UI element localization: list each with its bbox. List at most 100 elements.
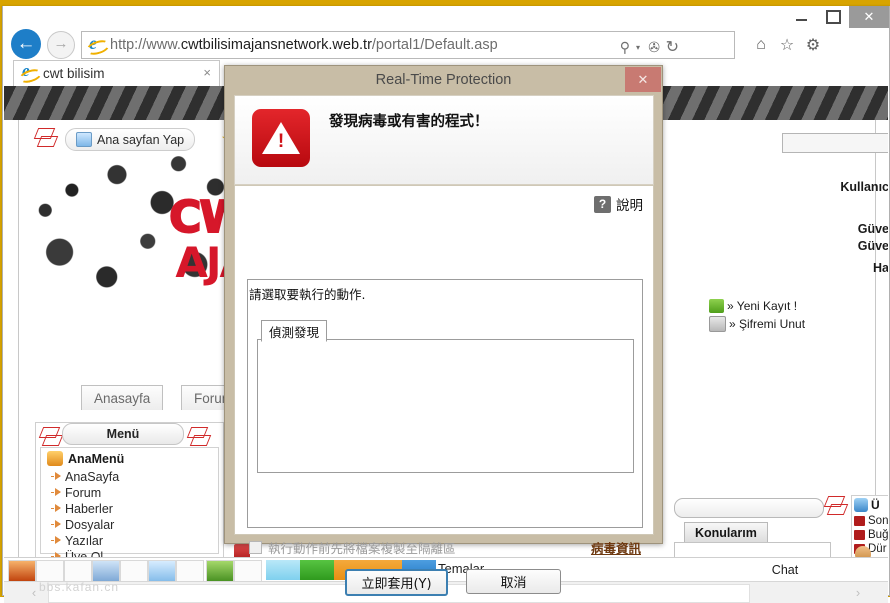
toolbar-contact-icon[interactable] (92, 560, 120, 582)
menu-item-yazilar[interactable]: Yazılar (41, 533, 218, 549)
decorative-clip-icon (40, 425, 62, 447)
forum-search-input[interactable] (674, 498, 824, 518)
toolbar-list-icon[interactable] (36, 560, 64, 582)
minimize-icon (795, 19, 807, 21)
site-banner: CW AJA (35, 156, 240, 311)
help-link[interactable]: ? 說明 (594, 194, 643, 214)
link-new-registration-label: » Yeni Kayıt ! (727, 299, 798, 313)
tab-konularim[interactable]: Konularım (684, 522, 768, 543)
decorative-clip-icon (35, 126, 57, 148)
side-link-label: Son (868, 515, 888, 527)
internet-explorer-icon (87, 33, 105, 54)
apply-now-button[interactable]: 立即套用(Y) (345, 569, 448, 596)
menu-item-label: Dosyalar (65, 518, 115, 532)
menu-item-label: Yazılar (65, 534, 103, 548)
menu-panel-header: Menü (36, 423, 223, 445)
menu-group-anamenu[interactable]: AnaMenü (41, 448, 218, 469)
compatibility-view-icon[interactable]: ✇ (648, 36, 660, 58)
theme-swatch-green[interactable] (300, 560, 334, 580)
url-text: http://www.cwtbilisimajansnetwork.web.tr… (110, 37, 498, 53)
toolbar-home-icon[interactable] (8, 560, 36, 582)
virus-info-link[interactable]: 病毒資訊 (591, 538, 641, 557)
window-close-button[interactable]: ✕ (849, 6, 889, 28)
scroll-right-icon[interactable]: › (848, 584, 868, 601)
copy-to-quarantine-checkbox-row[interactable]: 執行動作前先將檔案複製至隔離區 (249, 538, 456, 557)
realtime-protection-dialog: Real-Time Protection ✕ ! 發現病毒或有害的程式！ ? 說… (224, 65, 663, 596)
side-panel-title-label: Ü (871, 498, 880, 512)
help-icon: ? (594, 195, 611, 213)
detections-panel (257, 339, 634, 473)
arrow-right-icon (55, 488, 61, 496)
user-login-panel: Kullanıc Güve Güve Ha » Yeni Kayıt ! » Ş… (709, 180, 888, 360)
browser-window: ✕ ← → http://www.cwtbilisimajansnetwork.… (2, 6, 890, 603)
maximize-icon (825, 10, 841, 24)
dialog-close-button[interactable]: ✕ (625, 67, 661, 92)
nav-make-homepage-label: Ana sayfan Yap (97, 132, 185, 147)
link-forgot-password[interactable]: » Şifremi Unut (709, 316, 888, 332)
toolbar-news-icon[interactable] (64, 560, 92, 582)
user-panel-line2: Güve (857, 222, 888, 236)
copy-to-quarantine-checkbox[interactable] (249, 541, 262, 554)
copy-to-quarantine-label: 執行動作前先將檔案複製至隔離區 (268, 541, 456, 556)
address-bar[interactable]: http://www.cwtbilisimajansnetwork.web.tr… (81, 31, 735, 59)
side-link-bug[interactable]: Buğ (852, 528, 888, 542)
window-title-bar: ✕ (3, 6, 889, 28)
gear-icon[interactable]: ⚙ (801, 33, 825, 57)
menu-item-dosyalar[interactable]: Dosyalar (41, 517, 218, 533)
house-icon (47, 451, 63, 466)
back-button[interactable]: ← (11, 29, 41, 59)
triangle-shape: ! (262, 122, 300, 154)
tab-favicon-icon (21, 61, 37, 82)
menu-item-anasayfa[interactable]: AnaSayfa (41, 469, 218, 485)
arrow-right-icon (55, 472, 61, 480)
side-link-label: Buğ (868, 529, 888, 541)
decorative-clip-icon (825, 494, 847, 516)
lock-icon (709, 316, 726, 332)
address-bar-row: ← → http://www.cwtbilisimajansnetwork.we… (3, 28, 889, 60)
toolbar-lock-icon[interactable] (234, 560, 262, 582)
bullet-icon (854, 516, 865, 526)
user-panel-line3: Güve (857, 239, 888, 253)
tab-detections[interactable]: 偵測發現 (261, 320, 328, 342)
menu-item-haberler[interactable]: Haberler (41, 501, 218, 517)
site-search-input[interactable] (782, 133, 888, 153)
user-panel-line4: Ha (873, 261, 888, 275)
window-maximize-button[interactable] (817, 6, 849, 28)
toolbar-edit-icon[interactable] (120, 560, 148, 582)
url-path: /portal1/Default.asp (371, 37, 498, 53)
home-icon[interactable]: ⌂ (749, 33, 773, 57)
decorative-clip-icon (188, 425, 210, 447)
menu-item-forum[interactable]: Forum (41, 485, 218, 501)
warning-message: 發現病毒或有害的程式！ (329, 114, 489, 130)
side-panel-title: Ü (852, 496, 888, 514)
home-page-icon (76, 132, 92, 147)
link-forgot-password-label: » Şifremi Unut (729, 317, 806, 331)
chat-button[interactable]: Chat (764, 560, 806, 580)
favorites-star-icon[interactable]: ☆ (775, 33, 799, 57)
tab-close-icon[interactable]: × (203, 65, 211, 80)
dialog-warning-banner: ! 發現病毒或有害的程式！ (234, 95, 654, 185)
arrow-right-icon (55, 520, 61, 528)
theme-swatch-cyan[interactable] (266, 560, 300, 580)
menu-panel: Menü AnaMenü AnaSayfa Forum Haberler Dos… (35, 422, 224, 575)
chevron-down-icon[interactable]: ▾ (636, 36, 640, 58)
menu-item-label: Haberler (65, 502, 113, 516)
window-minimize-button[interactable] (785, 6, 817, 28)
toolbar-monitor-icon[interactable] (176, 560, 204, 582)
refresh-icon[interactable]: ↻ (666, 36, 679, 58)
browser-tab[interactable]: cwt bilisim × (13, 60, 220, 86)
toolbar-users-icon[interactable] (206, 560, 234, 582)
side-link-son[interactable]: Son (852, 514, 888, 528)
tab-title: cwt bilisim (43, 66, 105, 81)
warning-triangle-icon: ! (252, 109, 310, 167)
site-tab-anasayfa[interactable]: Anasayfa (81, 385, 164, 410)
toolbar-image-icon[interactable] (148, 560, 176, 582)
search-icon[interactable]: ⚲ (620, 36, 630, 58)
nav-make-homepage[interactable]: Ana sayfan Yap (65, 128, 196, 151)
cancel-button[interactable]: 取消 (466, 569, 561, 594)
menu-panel-body: AnaMenü AnaSayfa Forum Haberler Dosyalar… (40, 447, 219, 564)
forward-button[interactable]: → (47, 31, 75, 59)
link-new-registration[interactable]: » Yeni Kayıt ! (709, 299, 888, 313)
instruction-text: 請選取要執行的動作. (249, 287, 366, 302)
user-group-icon (854, 498, 868, 512)
